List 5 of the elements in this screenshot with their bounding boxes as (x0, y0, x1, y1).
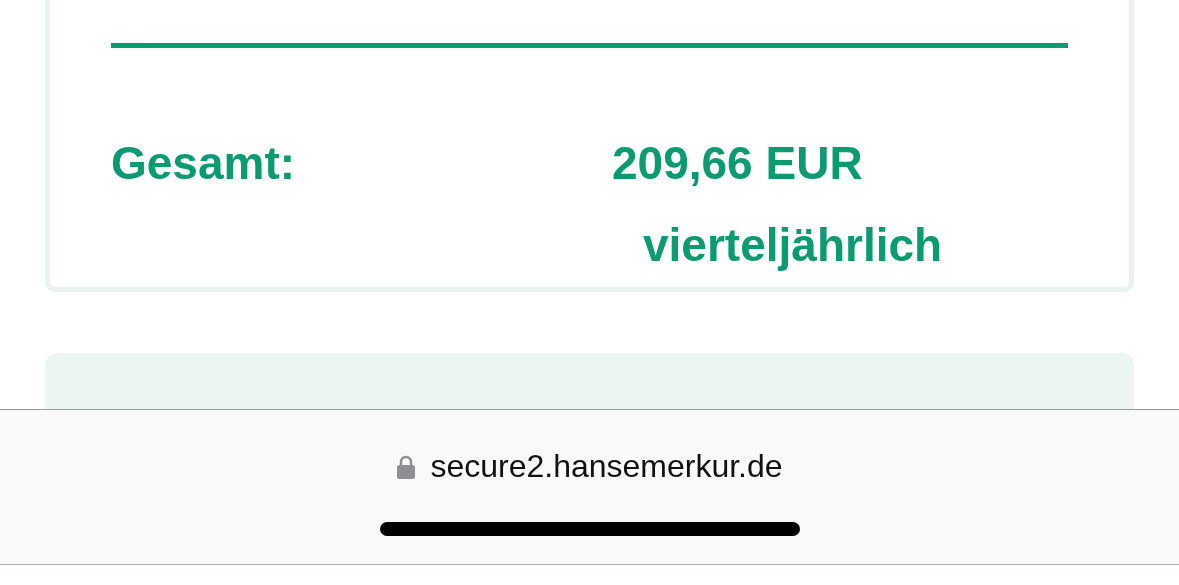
total-amount: 209,66 EUR (612, 136, 864, 191)
home-indicator[interactable] (379, 522, 800, 536)
url-text[interactable]: secure2.hansemerkur.de (430, 448, 783, 485)
total-label: Gesamt: (111, 136, 297, 191)
payment-period: vierteljährlich (642, 218, 943, 273)
